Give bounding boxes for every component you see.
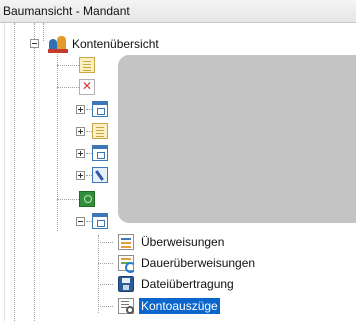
tree-node-label[interactable]: Kontenübersicht [72, 36, 159, 52]
tree-guide-line [14, 23, 15, 321]
collapse-toggle[interactable] [30, 39, 39, 48]
chart-icon[interactable] [79, 79, 95, 95]
tree-connector [57, 65, 79, 66]
redacted-overlay [118, 55, 356, 223]
tree-connector [98, 242, 113, 243]
collapse-toggle[interactable] [76, 217, 85, 226]
file-transfer-icon [118, 276, 134, 292]
tree-guide-line [43, 23, 44, 41]
money-icon[interactable] [79, 191, 95, 207]
window-icon[interactable] [92, 145, 108, 161]
tree-item-ueberweisungen[interactable]: Überweisungen [141, 234, 224, 250]
tree-connector [57, 199, 79, 200]
window-icon[interactable] [92, 213, 108, 229]
tree-item-dateiuebertragung[interactable]: Dateiübertragung [141, 276, 234, 292]
window-title: Baumansicht - Mandant [3, 4, 130, 18]
tree-guide-line [57, 51, 58, 231]
transfer-form-icon [118, 234, 134, 250]
expand-toggle[interactable] [76, 127, 85, 136]
tree-left-border [0, 23, 5, 321]
tree-connector [98, 284, 113, 285]
tree-view[interactable]: Kontenübersicht Überweisungen Dauerüberw… [0, 23, 356, 321]
expand-toggle[interactable] [76, 171, 85, 180]
account-statement-icon [118, 298, 134, 314]
tree-guide-line [34, 23, 35, 321]
tree-item-kontoauszuege[interactable]: Kontoauszüge [139, 298, 220, 314]
expand-toggle[interactable] [76, 105, 85, 114]
window-titlebar: Baumansicht - Mandant [0, 0, 356, 23]
document-icon[interactable] [79, 57, 95, 73]
tree-guide-line [98, 235, 99, 313]
tree-connector [98, 263, 113, 264]
account-group-icon [48, 35, 68, 53]
expand-toggle[interactable] [76, 149, 85, 158]
tree-connector [98, 306, 113, 307]
standing-order-icon [118, 255, 136, 273]
window-icon[interactable] [92, 101, 108, 117]
tools-icon[interactable] [92, 167, 108, 183]
tree-item-dauerueberweisungen[interactable]: Dauerüberweisungen [141, 255, 255, 271]
document-icon[interactable] [92, 123, 108, 139]
tree-connector [57, 87, 79, 88]
